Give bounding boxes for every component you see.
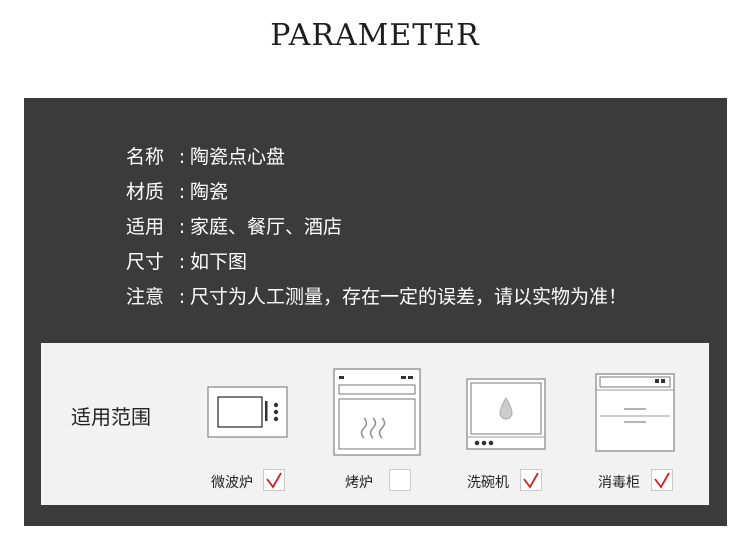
param-key: 尺寸 — [126, 251, 165, 273]
usage-scope-label: 适用范围 — [71, 405, 151, 429]
parameter-list: 名称 : 陶瓷点心盘 材质 : 陶瓷 适用 : 家庭、餐厅、酒店 尺寸 : 如下… — [126, 140, 627, 315]
param-key: 注意 — [126, 286, 165, 308]
microwave-icon — [207, 386, 288, 438]
param-value: 陶瓷 — [190, 181, 229, 203]
check-mark-icon — [266, 472, 282, 489]
microwave-checkbox[interactable] — [263, 469, 285, 491]
param-separator: : — [178, 251, 186, 273]
dishwasher-label: 洗碗机 — [467, 475, 509, 491]
page-title: PARAMETER — [270, 18, 480, 53]
param-value: 尺寸为人工测量，存在一定的误差，请以实物为准！ — [190, 286, 628, 308]
param-separator: : — [178, 286, 186, 308]
check-mark-icon — [654, 472, 670, 489]
param-row-name: 名称 : 陶瓷点心盘 — [126, 140, 627, 175]
param-row-material: 材质 : 陶瓷 — [126, 175, 627, 210]
param-separator: : — [178, 146, 186, 168]
sterilizer-label: 消毒柜 — [598, 475, 640, 491]
param-row-size: 尺寸 : 如下图 — [126, 245, 627, 280]
param-value: 如下图 — [190, 251, 248, 273]
param-key: 名称 — [126, 146, 165, 168]
sterilizer-icon — [595, 373, 675, 452]
param-value: 家庭、餐厅、酒店 — [190, 216, 343, 238]
sterilizer-checkbox[interactable] — [651, 469, 673, 491]
dishwasher-checkbox[interactable] — [520, 469, 542, 491]
param-separator: : — [178, 216, 186, 238]
param-row-note: 注意 : 尺寸为人工测量，存在一定的误差，请以实物为准！ — [126, 280, 627, 315]
param-separator: : — [178, 181, 186, 203]
oven-icon — [333, 368, 421, 456]
param-key: 适用 — [126, 216, 165, 238]
check-mark-icon — [523, 472, 539, 489]
param-row-usage: 适用 : 家庭、餐厅、酒店 — [126, 210, 627, 245]
dishwasher-icon — [466, 378, 546, 450]
oven-label: 烤炉 — [345, 475, 373, 491]
param-value: 陶瓷点心盘 — [190, 146, 286, 168]
oven-checkbox[interactable] — [389, 469, 411, 491]
param-key: 材质 — [126, 181, 165, 203]
microwave-label: 微波炉 — [211, 475, 253, 491]
